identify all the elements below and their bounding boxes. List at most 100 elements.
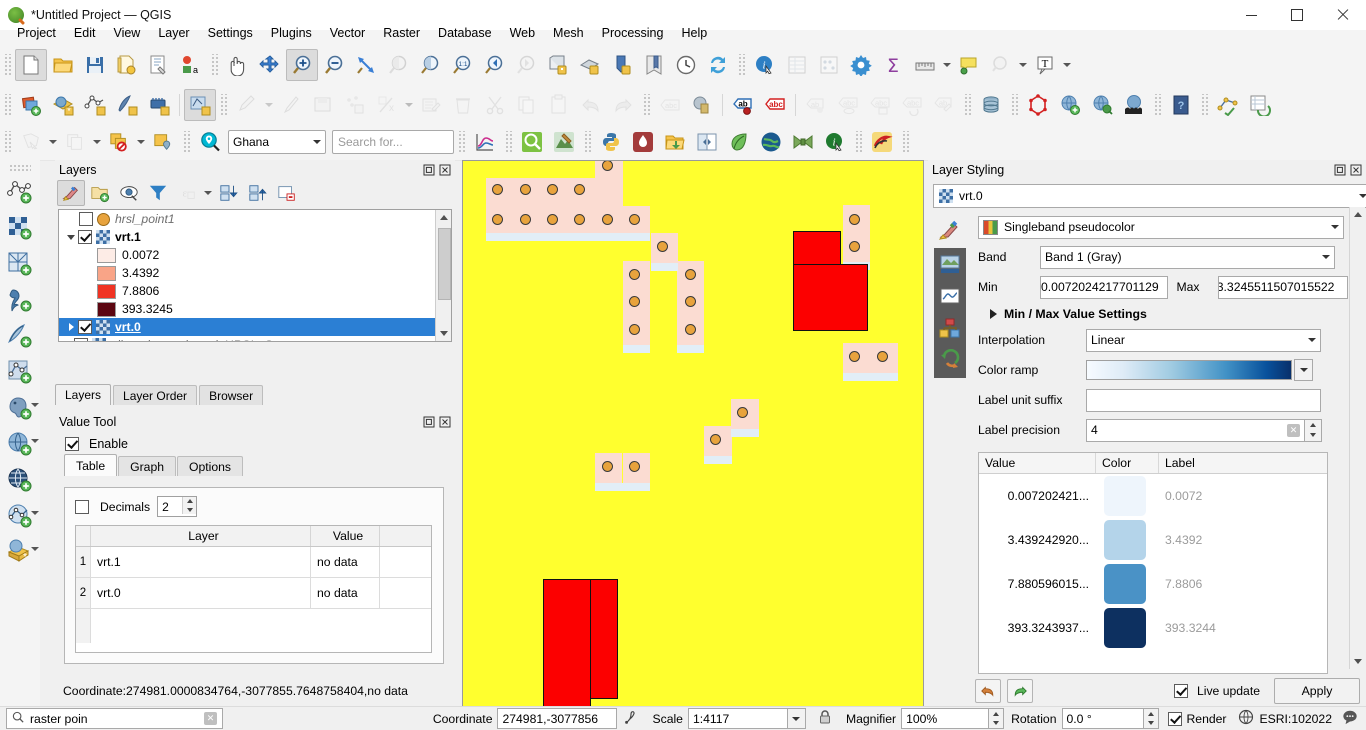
scroll-down-icon[interactable]: [436, 326, 451, 341]
add-wms-layer-button[interactable]: [1054, 89, 1086, 121]
show-unplaced-labels-button[interactable]: abc: [832, 89, 864, 121]
identify-features-button[interactable]: i: [749, 49, 781, 81]
point-feature[interactable]: [629, 461, 640, 472]
point-feature[interactable]: [602, 461, 613, 472]
locator-clear-icon[interactable]: ✕: [204, 712, 217, 725]
refresh-button[interactable]: [702, 49, 734, 81]
select-by-location-button[interactable]: [147, 126, 179, 158]
text-annotation-button[interactable]: T: [1029, 49, 1061, 81]
delete-selected-button[interactable]: [447, 89, 479, 121]
symbology-tab-button[interactable]: [934, 214, 966, 246]
tab-table[interactable]: Table: [64, 454, 118, 476]
save-project-as-button[interactable]: [111, 49, 143, 81]
measure-dropdown-caret[interactable]: [941, 50, 953, 80]
statistical-summary-button[interactable]: Σ: [877, 49, 909, 81]
menu-plugins[interactable]: Plugins: [262, 23, 321, 43]
rotation-spinner[interactable]: [1143, 708, 1159, 729]
add-mesh-layer-button[interactable]: [143, 89, 175, 121]
measure-line-button[interactable]: [909, 49, 941, 81]
zoom-next-button[interactable]: [510, 49, 542, 81]
value-tool-close-icon[interactable]: [438, 416, 451, 429]
tab-layers[interactable]: Layers: [55, 384, 112, 405]
add-virtual-layer-button[interactable]: [184, 88, 216, 121]
filter-legend-button[interactable]: [144, 180, 172, 206]
v-postgis-chevron-down-icon[interactable]: [31, 403, 39, 407]
point-feature[interactable]: [629, 296, 640, 307]
layer-visibility-checkbox[interactable]: [74, 338, 88, 341]
point-feature[interactable]: [492, 214, 503, 225]
point-feature[interactable]: [737, 407, 748, 418]
decimals-checkbox[interactable]: [75, 499, 89, 514]
layers-close-icon[interactable]: [438, 164, 451, 177]
point-feature[interactable]: [629, 324, 640, 335]
color-table-row[interactable]: 0.007202421... 0.0072: [979, 474, 1327, 518]
zoom-out-button[interactable]: [318, 49, 350, 81]
select-features-button[interactable]: [15, 126, 47, 158]
geocoder-country-select[interactable]: Ghana: [228, 130, 326, 154]
decimals-spinner[interactable]: 2: [157, 496, 198, 517]
enable-checkbox[interactable]: [65, 437, 79, 451]
messages-icon[interactable]: [1342, 709, 1358, 728]
vertex-tool-button[interactable]: [339, 89, 371, 121]
tab-browser[interactable]: Browser: [199, 385, 264, 405]
python-console-button[interactable]: [595, 126, 627, 158]
geocoding-search-button[interactable]: [194, 126, 226, 158]
annotation-dropdown-caret[interactable]: [1061, 50, 1073, 80]
style-manager-button[interactable]: a: [175, 49, 207, 81]
color-row-swatch[interactable]: [1104, 520, 1146, 560]
toolbar-grip-valuetool[interactable]: [504, 131, 513, 153]
layers-tree[interactable]: hrsl_point1 vrt.1 0.0072 3.4392 7.8806 3…: [58, 209, 452, 342]
label-precision-input[interactable]: 4 ✕: [1086, 418, 1305, 442]
temporal-controller-button[interactable]: [670, 49, 702, 81]
zoom-in-button[interactable]: [286, 48, 318, 81]
globe-button[interactable]: [755, 126, 787, 158]
point-feature[interactable]: [547, 214, 558, 225]
magnifier-field[interactable]: 100%: [901, 708, 990, 729]
scroll-down-icon[interactable]: [1350, 654, 1365, 669]
toolbar-grip-digitizing[interactable]: [219, 93, 228, 116]
paste-features-button[interactable]: [543, 89, 575, 121]
band-combo[interactable]: Band 1 (Gray): [1040, 245, 1335, 269]
qgis2web-button[interactable]: [548, 126, 580, 158]
color-row-swatch[interactable]: [1104, 608, 1146, 648]
select-dropdown-caret[interactable]: [47, 127, 59, 157]
locator-search-input[interactable]: raster poin ✕: [6, 708, 223, 729]
menu-layer[interactable]: Layer: [149, 23, 198, 43]
field-calculator-button[interactable]: [813, 49, 845, 81]
expand-all-button[interactable]: [215, 180, 243, 206]
vtoolbar-grip[interactable]: [9, 164, 31, 172]
toolbar-grip-selection[interactable]: [3, 131, 12, 153]
transparency-tab-button[interactable]: [934, 248, 966, 280]
v-add-spatialite-layer-button[interactable]: [5, 321, 35, 351]
database-manager-button[interactable]: [975, 89, 1007, 121]
menu-help[interactable]: Help: [672, 23, 716, 43]
v-add-raster-layer-button[interactable]: [5, 213, 35, 243]
zoom-to-selection-button[interactable]: [382, 49, 414, 81]
show-bookmarks-button[interactable]: [638, 49, 670, 81]
toolbar-grip-plugins[interactable]: [457, 131, 466, 153]
toolbar-grip-labels[interactable]: [642, 93, 651, 116]
remove-layer-button[interactable]: [273, 180, 301, 206]
layer-visibility-checkbox[interactable]: [78, 320, 92, 334]
filter-legend-chevron-down-icon[interactable]: [202, 178, 214, 208]
pan-to-selection-button[interactable]: [254, 49, 286, 81]
toolbar-grip-freehand[interactable]: [854, 131, 863, 153]
rendering-tab-button[interactable]: [934, 312, 966, 344]
wms-search-button[interactable]: [1086, 89, 1118, 121]
point-feature[interactable]: [685, 296, 696, 307]
toolbar-grip-end[interactable]: [901, 131, 910, 153]
zoom-full-button[interactable]: [350, 49, 382, 81]
label-precision-spinner[interactable]: [1305, 418, 1322, 442]
crs-globe-icon[interactable]: [1238, 709, 1254, 728]
leaflet-button[interactable]: [723, 126, 755, 158]
min-input[interactable]: 0.0072024217701129: [1040, 275, 1169, 299]
new-print-layout-button[interactable]: [143, 49, 175, 81]
color-ramp-chevron-down-icon[interactable]: [1294, 359, 1313, 381]
expander-icon[interactable]: [64, 323, 78, 331]
help-contents-button[interactable]: ?: [1165, 89, 1197, 121]
point-feature[interactable]: [574, 214, 585, 225]
toolbar-grip[interactable]: [3, 53, 12, 76]
new-print-layout-view-button[interactable]: [606, 49, 638, 81]
metasearch-button[interactable]: [1118, 89, 1150, 121]
toolbar-grip-database[interactable]: [963, 93, 972, 116]
